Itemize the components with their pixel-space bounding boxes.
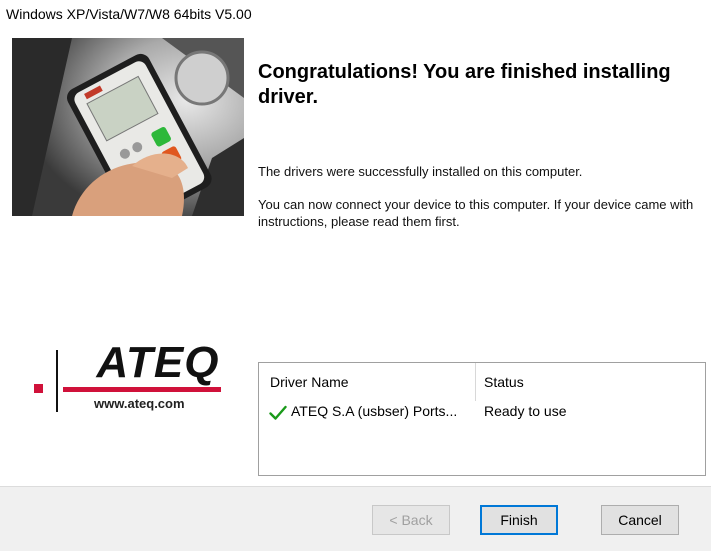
logo-vertical-bar xyxy=(56,350,58,412)
logo-red-underline xyxy=(63,387,221,392)
success-message: The drivers were successfully installed … xyxy=(258,164,583,179)
logo-red-square xyxy=(34,384,43,393)
driver-list-header: Driver Name Status xyxy=(259,363,705,401)
driver-list[interactable]: Driver Name Status ATEQ S.A (usbser) Por… xyxy=(258,362,706,476)
logo-brand-text: ATEQ xyxy=(96,338,220,387)
instructions-message: You can now connect your device to this … xyxy=(258,197,694,229)
window-title: Windows XP/Vista/W7/W8 64bits V5.00 xyxy=(6,6,252,22)
driver-row[interactable]: ATEQ S.A (usbser) Ports... Ready to use xyxy=(259,401,705,425)
driver-name-cell: ATEQ S.A (usbser) Ports... xyxy=(291,403,458,419)
finish-button[interactable]: Finish xyxy=(480,505,558,535)
column-header-driver-name[interactable]: Driver Name xyxy=(270,374,349,390)
ateq-logo: ATEQ www.ateq.com xyxy=(30,338,230,418)
logo-url-text: www.ateq.com xyxy=(94,396,185,411)
check-icon xyxy=(269,405,287,420)
column-divider[interactable] xyxy=(475,363,476,401)
banner-photo xyxy=(12,38,244,216)
cancel-button[interactable]: Cancel xyxy=(601,505,679,535)
completion-heading: Congratulations! You are finished instal… xyxy=(258,61,671,108)
back-button[interactable]: < Back xyxy=(372,505,450,535)
driver-status-cell: Ready to use xyxy=(484,403,567,419)
column-header-status[interactable]: Status xyxy=(484,374,524,390)
